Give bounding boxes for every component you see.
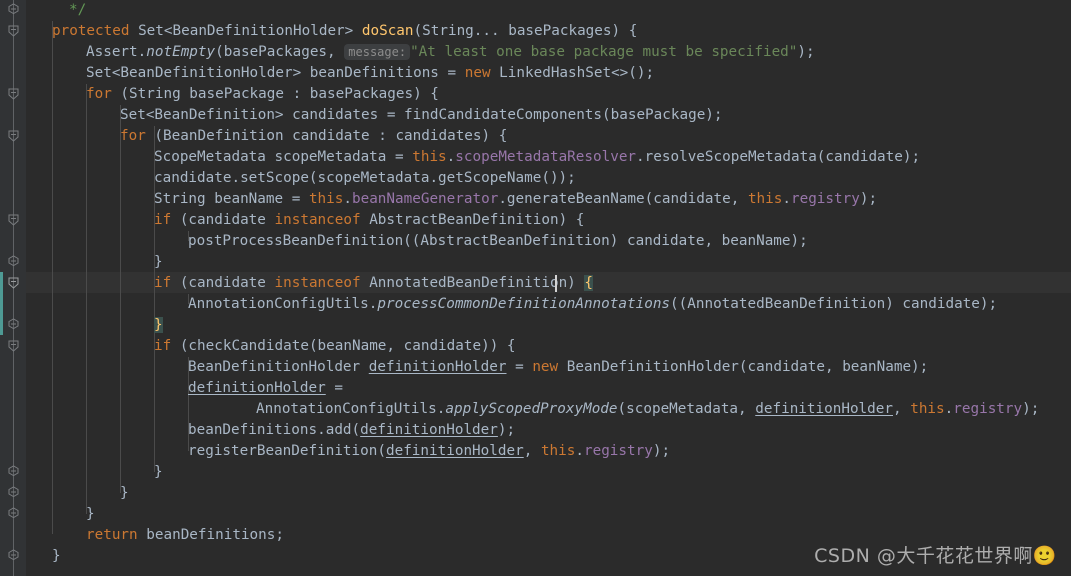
- fold-marker-icon[interactable]: [6, 212, 21, 227]
- code-line: Set<BeanDefinition> candidates = findCan…: [120, 107, 723, 123]
- code-line: registerBeanDefinition(definitionHolder,…: [188, 443, 671, 459]
- text-caret: [555, 275, 557, 292]
- code-line: ScopeMetadata scopeMetadata = this.scope…: [154, 149, 921, 165]
- fold-marker-icon[interactable]: [6, 317, 21, 332]
- code-line: if (candidate instanceof AnnotatedBeanDe…: [154, 275, 593, 291]
- fold-marker-icon[interactable]: [6, 2, 21, 17]
- code-line: AnnotationConfigUtils.processCommonDefin…: [188, 296, 998, 312]
- code-line: for (String basePackage : basePackages) …: [86, 86, 439, 102]
- editor-gutter[interactable]: [0, 0, 26, 576]
- watermark-text: CSDN @大千花花世界啊🙂: [814, 545, 1057, 567]
- code-line: }: [154, 315, 163, 336]
- code-line: }: [52, 548, 61, 564]
- code-line: BeanDefinitionHolder definitionHolder = …: [188, 359, 929, 375]
- code-line: }: [154, 464, 163, 480]
- matched-brace-close: }: [154, 317, 163, 333]
- code-line: for (BeanDefinition candidate : candidat…: [120, 128, 508, 144]
- code-line: Assert.notEmpty(basePackages, message: "A…: [86, 44, 815, 60]
- fold-marker-icon[interactable]: [6, 338, 21, 353]
- code-line: beanDefinitions.add(definitionHolder);: [188, 422, 516, 438]
- code-line: protected Set<BeanDefinitionHolder> doSc…: [52, 23, 638, 39]
- code-line: if (checkCandidate(beanName, candidate))…: [154, 338, 516, 354]
- fold-marker-icon[interactable]: [6, 23, 21, 38]
- code-line: postProcessBeanDefinition((AbstractBeanD…: [188, 233, 808, 249]
- fold-marker-icon[interactable]: [6, 275, 21, 290]
- code-token-comment: */: [69, 2, 87, 18]
- code-line: Set<BeanDefinitionHolder> beanDefinition…: [86, 65, 655, 81]
- code-line: */: [69, 0, 86, 21]
- code-line: String beanName = this.beanNameGenerator…: [154, 191, 878, 207]
- code-line: if (candidate instanceof AbstractBeanDef…: [154, 212, 585, 228]
- fold-marker-icon[interactable]: [6, 464, 21, 479]
- fold-marker-icon[interactable]: [6, 128, 21, 143]
- code-line: candidate.setScope(scopeMetadata.getScop…: [154, 170, 576, 186]
- vcs-change-marker[interactable]: [0, 272, 3, 335]
- code-content[interactable]: */ protected Set<BeanDefinitionHolder> d…: [26, 0, 1071, 576]
- code-line: }: [86, 506, 95, 522]
- code-line: AnnotationConfigUtils.applyScopedProxyMo…: [256, 401, 1040, 417]
- code-line: }: [154, 254, 163, 270]
- inlay-hint-message[interactable]: message:: [344, 44, 411, 60]
- code-line: return beanDefinitions;: [86, 527, 284, 543]
- code-line: definitionHolder =: [188, 380, 343, 396]
- fold-marker-icon[interactable]: [6, 548, 21, 563]
- code-editor[interactable]: */ protected Set<BeanDefinitionHolder> d…: [0, 0, 1071, 576]
- fold-marker-icon[interactable]: [6, 506, 21, 521]
- fold-marker-icon[interactable]: [6, 86, 21, 101]
- matched-brace-open: {: [584, 275, 593, 291]
- fold-marker-icon[interactable]: [6, 254, 21, 269]
- code-line: }: [120, 485, 129, 501]
- fold-marker-icon[interactable]: [6, 485, 21, 500]
